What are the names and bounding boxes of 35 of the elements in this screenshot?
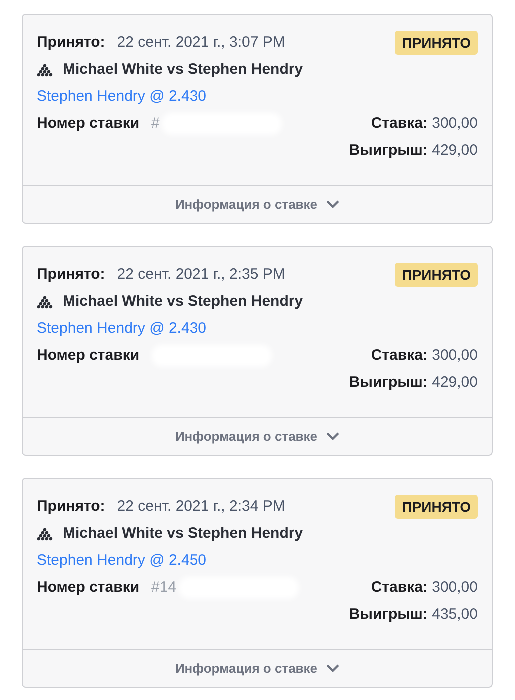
accepted-label: Принято: [37, 34, 106, 51]
status-badge: ПРИНЯТО [395, 30, 478, 54]
bet-number: # [152, 115, 160, 132]
event-name: Michael White vs Stephen Hendry [63, 293, 304, 310]
chevron-down-icon [326, 432, 340, 441]
bet-number: #14 [152, 579, 177, 596]
pyramid-icon [37, 526, 53, 540]
payout: Выигрыш: 429,00 [349, 374, 478, 391]
status-badge: ПРИНЯТО [395, 494, 478, 518]
status-badge: ПРИНЯТО [395, 262, 478, 286]
accepted-date: 22 сент. 2021 г., 2:35 PM [117, 266, 286, 283]
bet-number-label: Номер ставки [37, 347, 140, 364]
pyramid-icon [37, 62, 53, 76]
pyramid-icon [37, 294, 53, 308]
event-name: Michael White vs Stephen Hendry [63, 525, 304, 542]
accepted-date: 22 сент. 2021 г., 2:34 PM [117, 498, 286, 515]
payout: Выигрыш: 429,00 [349, 142, 478, 159]
selection-link[interactable]: Stephen Hendry @ 2.430 [37, 320, 207, 337]
stake: Ставка: 300,00 [371, 347, 478, 364]
event-name: Michael White vs Stephen Hendry [63, 61, 304, 78]
payout: Выигрыш: 435,00 [349, 606, 478, 623]
stake: Ставка: 300,00 [371, 115, 478, 132]
accepted-label: Принято: [37, 266, 106, 283]
chevron-down-icon [326, 664, 340, 673]
accepted-date: 22 сент. 2021 г., 3:07 PM [117, 34, 286, 51]
chevron-down-icon [326, 200, 340, 209]
selection-link[interactable]: Stephen Hendry @ 2.450 [37, 552, 207, 569]
stake: Ставка: 300,00 [371, 579, 478, 596]
bet-details-toggle[interactable]: Информация о ставке [23, 417, 492, 455]
accepted-label: Принято: [37, 498, 106, 515]
bet-number-label: Номер ставки [37, 115, 140, 132]
bet-details-toggle[interactable]: Информация о ставке [23, 649, 492, 687]
selection-link[interactable]: Stephen Hendry @ 2.430 [37, 88, 207, 105]
bet-number-label: Номер ставки [37, 579, 140, 596]
bet-details-toggle[interactable]: Информация о ставке [23, 185, 492, 223]
